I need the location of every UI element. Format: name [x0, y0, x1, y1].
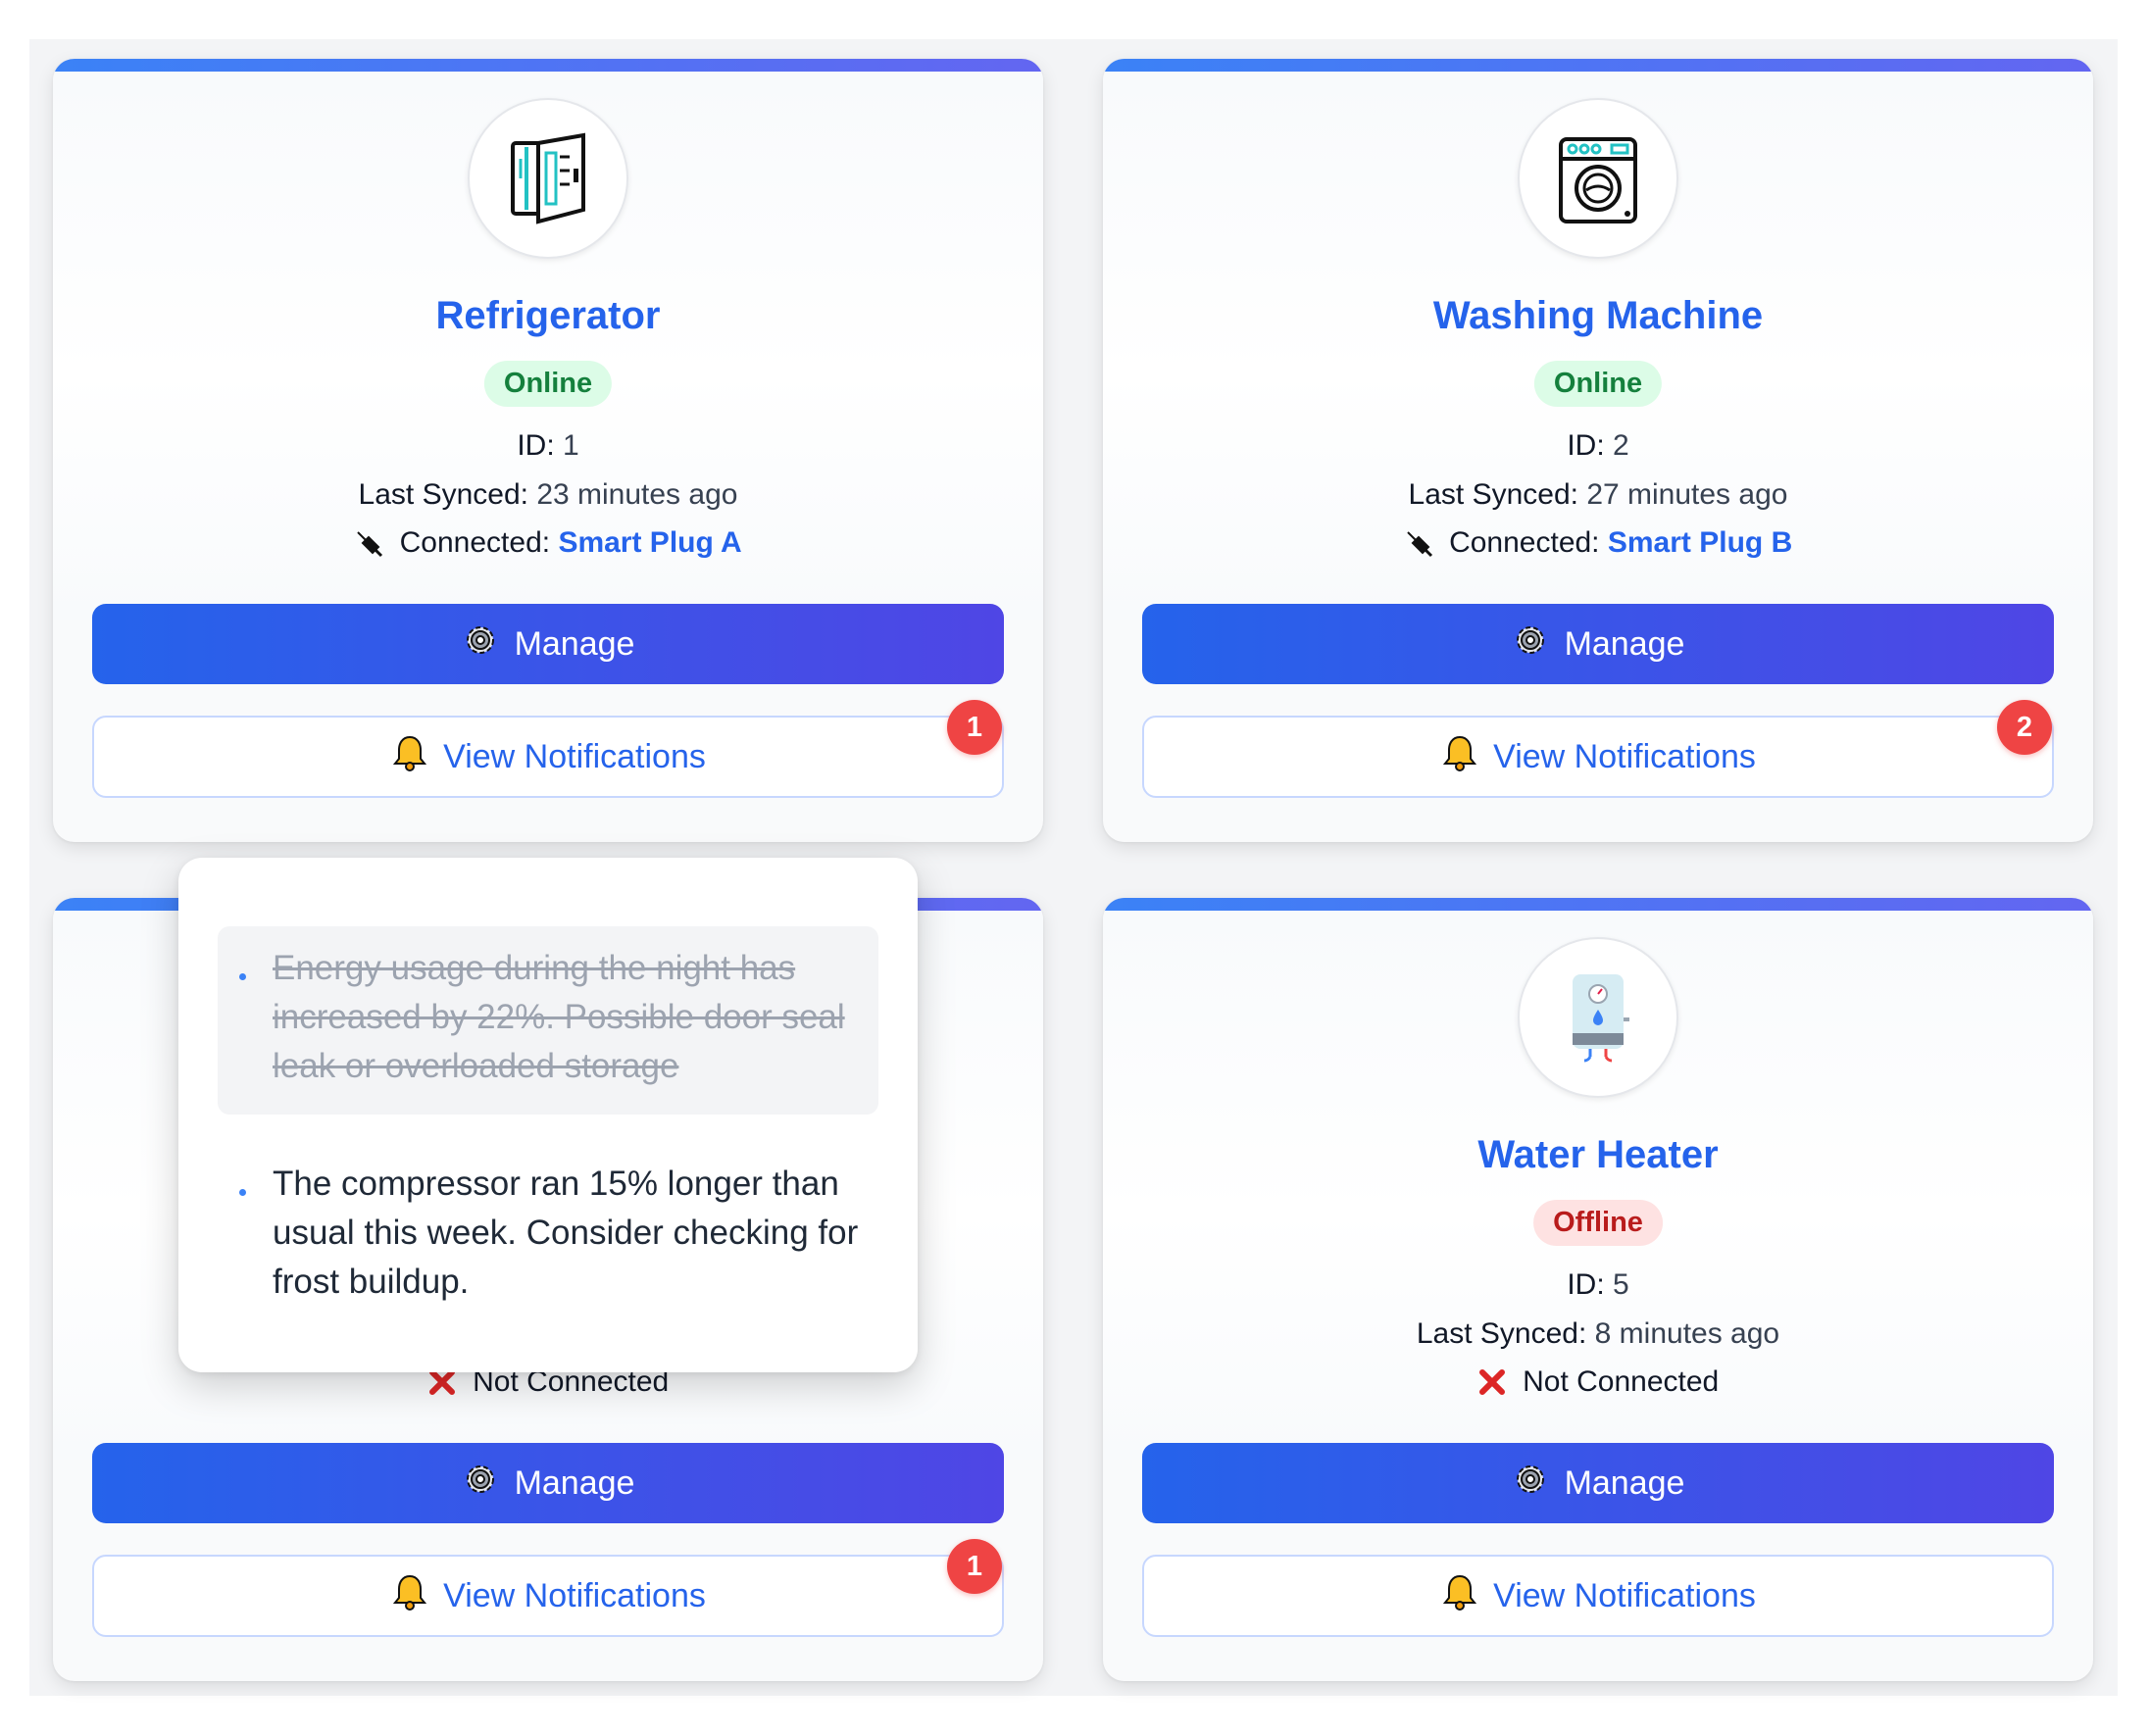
view-notifications-button[interactable]: View Notifications 1	[92, 700, 1004, 798]
gear-icon	[462, 621, 499, 668]
status-badge: Online	[483, 361, 613, 407]
last-synced-label: Last Synced:	[1416, 1317, 1587, 1350]
notification-item-unread[interactable]: The compressor ran 15% longer than usual…	[218, 1142, 878, 1324]
last-synced: Last Synced: 27 minutes ago	[1103, 478, 2093, 512]
device-name: Water Heater	[1477, 1133, 1719, 1176]
device-card-refrigerator: Refrigerator Online ID: 1 Last Synced: 2…	[53, 59, 1043, 842]
status-badge: Online	[1533, 361, 1663, 407]
device-name: Refrigerator	[435, 294, 661, 337]
not-connected-label: Not Connected	[1523, 1365, 1720, 1398]
view-notifications-button[interactable]: View Notifications	[1142, 1555, 2054, 1637]
connected-device-link[interactable]: Smart Plug A	[558, 526, 741, 559]
status-badge: Offline	[1533, 1200, 1663, 1246]
notification-text: Energy usage during the night has increa…	[273, 949, 845, 1085]
bell-icon	[1440, 1572, 1479, 1620]
notification-item-read[interactable]: Energy usage during the night has increa…	[218, 926, 878, 1115]
last-synced-value: 23 minutes ago	[536, 478, 738, 511]
bullet-icon	[239, 1189, 246, 1196]
bell-icon	[390, 1572, 429, 1620]
view-notifications-label: View Notifications	[443, 1576, 706, 1614]
manage-button[interactable]: Manage	[92, 1443, 1004, 1523]
last-synced-label: Last Synced:	[1408, 478, 1578, 511]
last-synced-value: 27 minutes ago	[1586, 478, 1788, 511]
id-value: 2	[1613, 429, 1629, 462]
water-heater-icon	[1518, 937, 1678, 1098]
last-synced-value: 8 minutes ago	[1594, 1317, 1780, 1350]
plug-icon	[1404, 528, 1433, 566]
view-notifications-label: View Notifications	[1493, 737, 1756, 775]
view-notifications-button[interactable]: View Notifications 1	[92, 1539, 1004, 1637]
notification-count-badge: 1	[947, 700, 1002, 755]
last-synced: Last Synced: 8 minutes ago	[1103, 1317, 2093, 1351]
device-name: Washing Machine	[1432, 294, 1764, 337]
device-id: ID: 2	[1103, 429, 2093, 463]
connection-info: Connected: Smart Plug A	[53, 526, 1043, 566]
manage-label: Manage	[514, 1463, 635, 1502]
view-notifications-button[interactable]: View Notifications 2	[1142, 700, 2054, 798]
manage-button[interactable]: Manage	[92, 604, 1004, 684]
last-synced: Last Synced: 23 minutes ago	[53, 478, 1043, 512]
connected-device-link[interactable]: Smart Plug B	[1608, 526, 1792, 559]
device-card-water-heater: Water Heater Offline ID: 5 Last Synced: …	[1103, 898, 2093, 1681]
device-id: ID: 5	[1103, 1268, 2093, 1302]
view-notifications-label: View Notifications	[443, 737, 706, 775]
notification-count-badge: 2	[1997, 700, 2052, 755]
not-connected-icon	[1477, 1367, 1507, 1405]
bell-icon	[390, 733, 429, 781]
bullet-icon	[239, 973, 246, 980]
not-connected-icon	[427, 1367, 457, 1405]
plug-icon	[354, 528, 383, 566]
washing-machine-icon	[1518, 98, 1678, 259]
connected-label: Connected:	[1449, 526, 1600, 559]
id-label: ID:	[1567, 1268, 1605, 1301]
gear-icon	[1512, 1461, 1549, 1507]
device-card-washing-machine: Washing Machine Online ID: 2 Last Synced…	[1103, 59, 2093, 842]
connection-info: Not Connected	[1103, 1365, 2093, 1405]
manage-button[interactable]: Manage	[1142, 604, 2054, 684]
id-label: ID:	[517, 429, 555, 462]
manage-label: Manage	[1564, 1463, 1685, 1502]
id-value: 5	[1613, 1268, 1629, 1301]
view-notifications-label: View Notifications	[1493, 1576, 1756, 1614]
manage-label: Manage	[514, 624, 635, 663]
device-id: ID: 1	[53, 429, 1043, 463]
notifications-popover: Energy usage during the night has increa…	[178, 858, 918, 1372]
connection-info: Connected: Smart Plug B	[1103, 526, 2093, 566]
manage-button[interactable]: Manage	[1142, 1443, 2054, 1523]
gear-icon	[1512, 621, 1549, 668]
notification-text: The compressor ran 15% longer than usual…	[273, 1165, 859, 1301]
notification-count-badge: 1	[947, 1539, 1002, 1594]
manage-label: Manage	[1564, 624, 1685, 663]
id-label: ID:	[1567, 429, 1605, 462]
bell-icon	[1440, 733, 1479, 781]
refrigerator-icon	[468, 98, 628, 259]
connected-label: Connected:	[399, 526, 551, 559]
last-synced-label: Last Synced:	[358, 478, 528, 511]
id-value: 1	[563, 429, 579, 462]
gear-icon	[462, 1461, 499, 1507]
